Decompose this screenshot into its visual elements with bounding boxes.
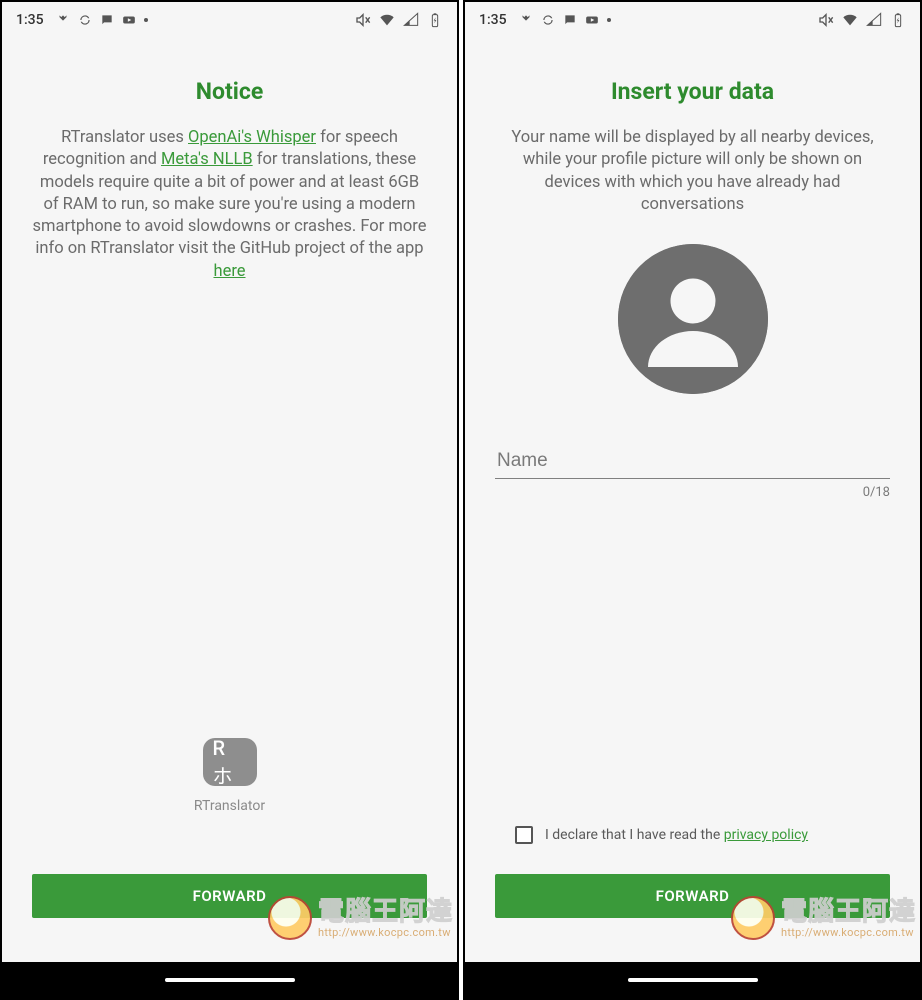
phone-right: 1:35 Insert your data Your name will be … (463, 0, 922, 1000)
notice-title: Notice (32, 78, 427, 105)
forward-button[interactable]: FORWARD (495, 874, 890, 918)
mute-icon (818, 12, 834, 28)
notice-content: Notice RTranslator uses OpenAi's Whisper… (2, 38, 457, 874)
status-bar: 1:35 (465, 2, 920, 38)
sync-icon (78, 13, 92, 27)
consent-text: I declare that I have read the privacy p… (545, 827, 808, 843)
github-link[interactable]: here (213, 262, 245, 281)
forward-button[interactable]: FORWARD (32, 874, 427, 918)
whisper-link[interactable]: OpenAi's Whisper (188, 128, 316, 147)
missed-call-icon (519, 13, 533, 27)
signal-icon (866, 12, 882, 28)
app-label: RTranslator (194, 798, 265, 814)
app-icon-chip: R ホ (203, 738, 257, 786)
consent-row: I declare that I have read the privacy p… (465, 826, 920, 844)
notice-description: RTranslator uses OpenAi's Whisper for sp… (32, 127, 427, 283)
consent-checkbox[interactable] (515, 826, 533, 844)
signal-icon (403, 12, 419, 28)
home-indicator[interactable] (628, 978, 758, 982)
person-icon (618, 244, 768, 394)
clock: 1:35 (16, 12, 44, 28)
char-counter: 0/18 (863, 485, 890, 500)
missed-call-icon (56, 13, 70, 27)
battery-icon (427, 12, 443, 28)
watermark-url: http://www.kocpc.com.tw (318, 927, 453, 938)
more-notifications-dot (144, 18, 148, 22)
mute-icon (355, 12, 371, 28)
clock: 1:35 (479, 12, 507, 28)
youtube-icon (585, 13, 599, 27)
android-nav-bar (2, 962, 457, 998)
chat-icon (563, 13, 577, 27)
home-indicator[interactable] (165, 978, 295, 982)
nllb-link[interactable]: Meta's NLLB (161, 150, 253, 169)
profile-content: Insert your data Your name will be displ… (465, 38, 920, 826)
privacy-policy-link[interactable]: privacy policy (724, 827, 808, 843)
name-input[interactable] (495, 442, 890, 479)
phone-left: 1:35 Notice RTranslator uses OpenAi's Wh… (0, 0, 459, 1000)
profile-description: Your name will be displayed by all nearb… (495, 127, 890, 216)
android-nav-bar (465, 962, 920, 998)
wifi-icon (842, 12, 858, 28)
wifi-icon (379, 12, 395, 28)
avatar-placeholder[interactable] (618, 244, 768, 394)
sync-icon (541, 13, 555, 27)
chat-icon (100, 13, 114, 27)
status-bar: 1:35 (2, 2, 457, 38)
watermark-url: http://www.kocpc.com.tw (781, 927, 916, 938)
profile-title: Insert your data (495, 78, 890, 105)
youtube-icon (122, 13, 136, 27)
more-notifications-dot (607, 18, 611, 22)
battery-icon (890, 12, 906, 28)
